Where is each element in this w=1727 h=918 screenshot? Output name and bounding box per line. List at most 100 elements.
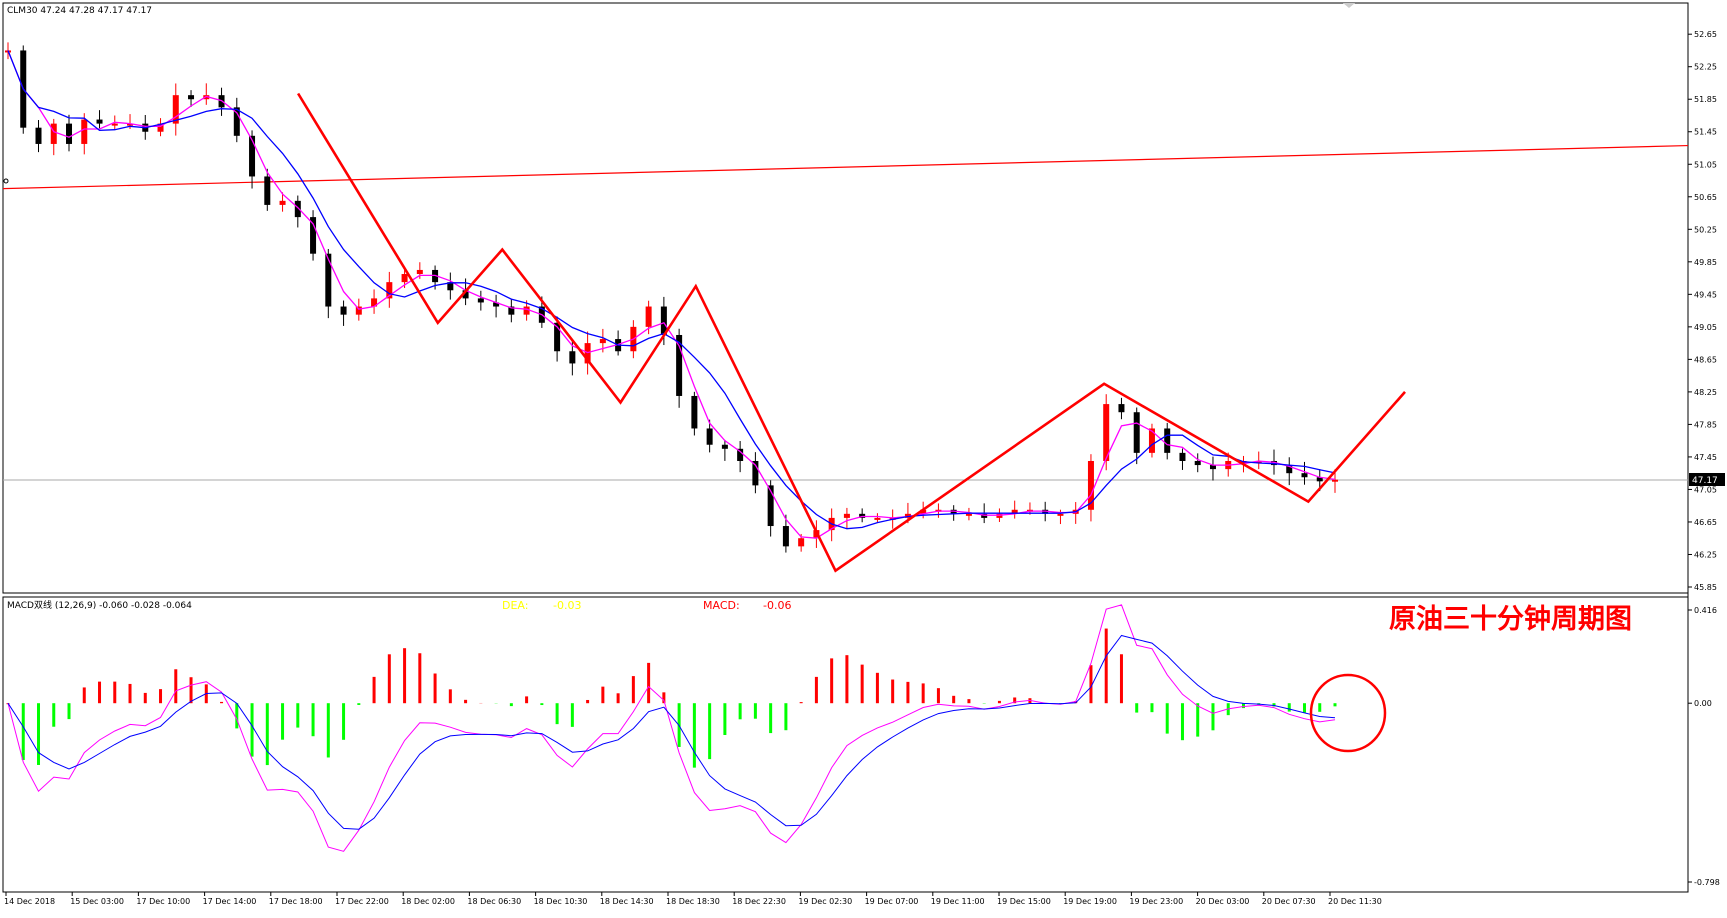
macd-bar bbox=[1135, 703, 1138, 712]
macd-bar bbox=[937, 688, 940, 703]
macd-bar bbox=[891, 680, 894, 704]
macd-bar bbox=[1181, 703, 1184, 740]
macd-bar bbox=[68, 703, 71, 719]
time-tick-label: 20 Dec 03:00 bbox=[1196, 897, 1250, 906]
macd-tick-label: 0.416 bbox=[1694, 606, 1717, 615]
candle-body bbox=[341, 307, 347, 315]
price-axis: 52.6552.2551.8551.4551.0550.6550.2549.85… bbox=[1688, 30, 1717, 592]
macd-bar bbox=[1196, 703, 1199, 736]
macd-bar bbox=[190, 677, 193, 703]
candle-body bbox=[1332, 480, 1338, 482]
candle-body bbox=[325, 254, 331, 307]
macd-bar bbox=[373, 677, 376, 703]
macd-bar bbox=[754, 703, 757, 719]
macd-bar bbox=[144, 693, 147, 703]
macd-bar bbox=[861, 665, 864, 704]
candle-body bbox=[844, 514, 850, 518]
macd-bar bbox=[1288, 703, 1291, 711]
macd-bar bbox=[586, 700, 589, 703]
macd-bar bbox=[1150, 703, 1153, 712]
macd-bar bbox=[129, 684, 132, 703]
candle-body bbox=[798, 538, 804, 546]
macd-bar bbox=[1318, 703, 1321, 712]
macd-bar bbox=[83, 687, 86, 703]
candle-body bbox=[478, 298, 484, 302]
current-price-tag: 47.17 bbox=[1692, 476, 1718, 486]
macd-bar bbox=[708, 703, 711, 759]
macd-bar bbox=[312, 703, 315, 736]
time-tick-label: 18 Dec 02:00 bbox=[401, 897, 455, 906]
macd-bar bbox=[571, 703, 574, 727]
watermark-title: 原油三十分钟周期图 bbox=[1389, 604, 1632, 635]
price-tick-label: 50.65 bbox=[1694, 193, 1717, 202]
price-tick-label: 50.25 bbox=[1694, 225, 1717, 234]
trendline-anchor[interactable] bbox=[4, 179, 8, 183]
macd-bar bbox=[235, 703, 238, 728]
price-tick-label: 46.25 bbox=[1694, 550, 1717, 559]
main-price-pane[interactable] bbox=[3, 3, 1688, 593]
price-tick-label: 49.05 bbox=[1694, 323, 1717, 332]
price-tick-label: 47.45 bbox=[1694, 453, 1717, 462]
macd-bar bbox=[998, 701, 1001, 703]
price-tick-label: 51.05 bbox=[1694, 160, 1717, 169]
candle-body bbox=[691, 396, 697, 429]
price-tick-label: 46.65 bbox=[1694, 518, 1717, 527]
time-tick-label: 20 Dec 07:30 bbox=[1262, 897, 1316, 906]
macd-bar bbox=[1105, 629, 1108, 704]
macd-bar bbox=[906, 682, 909, 703]
macd-bar bbox=[296, 703, 299, 727]
time-tick-label: 18 Dec 22:30 bbox=[732, 897, 786, 906]
macd-bar bbox=[357, 703, 360, 705]
macd-bar bbox=[1120, 654, 1123, 703]
macd-bar bbox=[52, 703, 55, 727]
macd-value: -0.06 bbox=[763, 599, 791, 612]
candle-body bbox=[646, 307, 652, 327]
macd-indicator-pane[interactable] bbox=[3, 597, 1688, 892]
candle-body bbox=[600, 339, 606, 343]
price-tick-label: 47.05 bbox=[1694, 485, 1717, 494]
price-tick-label: 52.65 bbox=[1694, 30, 1717, 39]
time-tick-label: 14 Dec 2018 bbox=[4, 897, 55, 906]
time-tick-label: 18 Dec 10:30 bbox=[534, 897, 588, 906]
candle-body bbox=[966, 514, 972, 516]
candle-body bbox=[1149, 428, 1155, 452]
candle-body bbox=[1057, 514, 1063, 516]
time-tick-label: 15 Dec 03:00 bbox=[70, 897, 124, 906]
macd-bar bbox=[22, 703, 25, 760]
candle-body bbox=[51, 124, 57, 144]
macd-bar bbox=[693, 703, 696, 767]
price-tick-label: 48.65 bbox=[1694, 355, 1717, 364]
candle-body bbox=[1134, 412, 1140, 453]
time-tick-label: 17 Dec 18:00 bbox=[269, 897, 323, 906]
candle-body bbox=[249, 136, 255, 177]
macd-bar bbox=[784, 703, 787, 730]
price-tick-label: 49.85 bbox=[1694, 258, 1717, 267]
macd-bar bbox=[1166, 703, 1169, 733]
price-tick-label: 45.85 bbox=[1694, 583, 1717, 592]
candle-body bbox=[264, 176, 270, 204]
candle-body bbox=[97, 120, 103, 124]
macd-bar bbox=[449, 689, 452, 703]
macd-bar bbox=[815, 677, 818, 703]
candle-body bbox=[66, 124, 72, 144]
macd-bar bbox=[251, 703, 254, 756]
time-tick-label: 17 Dec 10:00 bbox=[136, 897, 190, 906]
time-tick-label: 18 Dec 06:30 bbox=[467, 897, 521, 906]
candle-body bbox=[280, 201, 286, 205]
dea-label: DEA: bbox=[502, 599, 528, 612]
macd-indicator-label: MACD双线 (12,26,9) -0.060 -0.028 -0.064 bbox=[7, 599, 192, 611]
macd-tick-label: 0.00 bbox=[1694, 699, 1712, 708]
price-tick-label: 51.85 bbox=[1694, 95, 1717, 104]
time-tick-label: 19 Dec 11:00 bbox=[931, 897, 985, 906]
time-tick-label: 19 Dec 19:00 bbox=[1063, 897, 1117, 906]
macd-bar bbox=[434, 674, 437, 704]
chart-canvas[interactable]: 52.6552.2551.8551.4551.0550.6550.2549.85… bbox=[0, 0, 1727, 914]
mt4-chart-window: 52.6552.2551.8551.4551.0550.6550.2549.85… bbox=[0, 0, 1727, 914]
macd-bar bbox=[800, 702, 803, 703]
macd-bar bbox=[174, 669, 177, 703]
macd-bar bbox=[525, 696, 528, 703]
macd-bar bbox=[37, 703, 40, 765]
time-tick-label: 17 Dec 14:00 bbox=[203, 897, 257, 906]
macd-bar bbox=[769, 703, 772, 733]
candle-body bbox=[81, 120, 87, 144]
